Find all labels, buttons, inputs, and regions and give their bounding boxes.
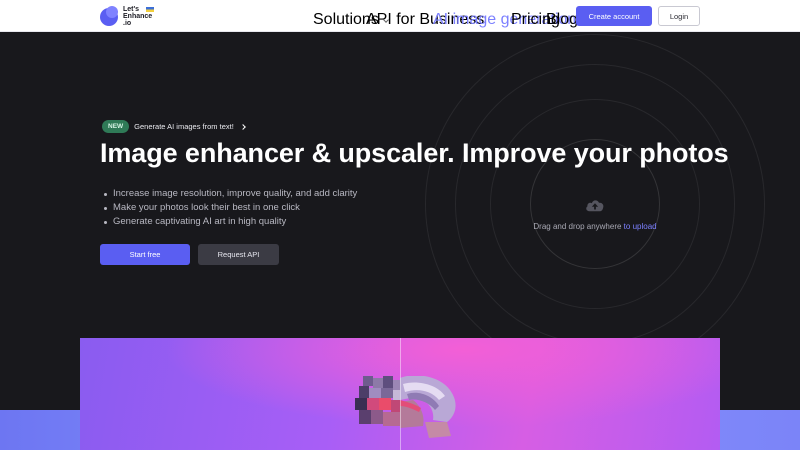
feature-item: Make your photos look their best in one … (104, 201, 357, 215)
start-free-button[interactable]: Start free (100, 244, 190, 265)
new-feature-badge[interactable]: NEW Generate AI images from text! (102, 120, 246, 133)
top-navbar: Let's Enhance .io Solutions API for Busi… (0, 0, 800, 32)
upload-link[interactable]: to upload (624, 222, 657, 231)
hero-headline: Image enhancer & upscaler. Improve your … (100, 138, 729, 168)
nav-blog[interactable]: Blog (546, 11, 578, 29)
cloud-upload-icon (586, 200, 604, 212)
create-account-button[interactable]: Create account (576, 6, 652, 26)
drag-drop-hint[interactable]: Drag and drop anywhere to upload (495, 222, 695, 231)
feature-item: Generate captivating AI art in high qual… (104, 215, 357, 229)
flag-icon (146, 7, 154, 12)
request-api-button[interactable]: Request API (198, 244, 279, 265)
badge-text: Generate AI images from text! (134, 122, 234, 131)
hero-section[interactable]: NEW Generate AI images from text! Image … (0, 32, 800, 450)
feature-list: Increase image resolution, improve quali… (104, 187, 357, 229)
logo[interactable]: Let's Enhance .io (100, 4, 157, 28)
portrait-image (355, 376, 456, 438)
new-badge: NEW (102, 120, 130, 133)
feature-item: Increase image resolution, improve quali… (104, 187, 357, 201)
drag-drop-text: Drag and drop anywhere (533, 222, 624, 231)
login-button[interactable]: Login (658, 6, 700, 26)
logo-mark-icon (100, 6, 120, 26)
chevron-right-icon (239, 123, 246, 130)
comparison-divider[interactable] (400, 338, 401, 450)
before-after-image[interactable] (80, 338, 720, 450)
